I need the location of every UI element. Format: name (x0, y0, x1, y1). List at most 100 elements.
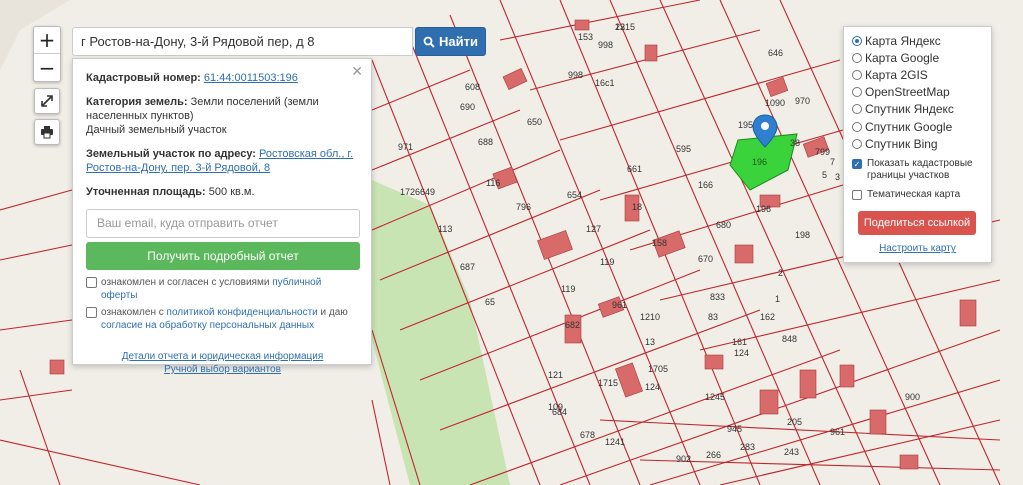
area-row: Уточненная площадь: 500 кв.м. (86, 185, 359, 199)
parcel-number-label: 833 (710, 292, 725, 302)
privacy-consent-checkbox[interactable] (86, 307, 97, 318)
address-label: Земельный участок по адресу: (86, 148, 256, 160)
search-button[interactable]: Найти (415, 27, 486, 56)
cadastral-number-row: Кадастровый номер: 61:44:0011503:196 (86, 71, 359, 85)
parcel-number-label: 1245 (705, 392, 725, 402)
radio-button[interactable] (852, 121, 862, 132)
thematic-map-checkbox[interactable] (852, 190, 862, 201)
map-source-option[interactable]: OpenStreetMap (852, 84, 983, 101)
radio-button[interactable] (852, 138, 862, 149)
radio-button[interactable] (852, 104, 862, 115)
zoom-out-button[interactable]: − (34, 54, 60, 81)
map-source-option[interactable]: Карта 2GIS (852, 66, 983, 83)
zoom-in-button[interactable]: + (34, 27, 60, 54)
map-source-label: Спутник Google (865, 119, 953, 134)
zoom-control: + − (33, 26, 61, 82)
offer-consent-checkbox[interactable] (86, 277, 97, 288)
share-link-button[interactable]: Поделиться ссылкой (858, 211, 976, 236)
parcel-number-label: 682 (565, 320, 580, 330)
map-source-option[interactable]: Спутник Bing (852, 135, 983, 152)
email-input[interactable]: Ваш email, куда отправить отчет (86, 209, 360, 238)
privacy-consent-text: ознакомлен с политикой конфиденциальност… (101, 306, 359, 332)
get-report-button[interactable]: Получить подробный отчет (86, 242, 360, 270)
parcel-number-label: 661 (627, 164, 642, 174)
radio-button[interactable] (852, 35, 862, 46)
cadastral-borders-checkbox[interactable]: ✓ (852, 159, 862, 170)
configure-map-link[interactable]: Настроить карту (852, 243, 983, 254)
parcel-number-label: 161 (732, 337, 747, 347)
offer-consent-label: ознакомлен и согласен с условиями (101, 277, 273, 288)
parcel-number-label: 196 (756, 204, 771, 214)
selected-parcel-label: 196 (752, 157, 767, 167)
parcel-number-label: 902 (676, 454, 691, 464)
map-source-option[interactable]: Карта Яндекс (852, 32, 983, 49)
parcel-number-label: 595 (676, 144, 691, 154)
parcel-number-label: 7 (830, 157, 835, 167)
personal-data-consent-link[interactable]: согласие на обработку персональных данны… (101, 320, 314, 331)
map-source-option[interactable]: Карта Google (852, 49, 983, 66)
parcel-number-label: 121 (548, 370, 563, 380)
map-layer-panel: Карта Яндекс Карта Google Карта 2GIS OpenSt… (843, 26, 992, 263)
map-source-option[interactable]: Спутник Яндекс (852, 101, 983, 118)
map-source-option[interactable]: Спутник Google (852, 118, 983, 135)
parcel-number-label: 961 (830, 427, 845, 437)
radio-button[interactable] (852, 87, 862, 98)
parcel-number-label: 83 (708, 312, 718, 322)
radio-button[interactable] (852, 69, 862, 80)
parcel-number-label: 1210 (640, 312, 660, 322)
parcel-number-label: 1726 (400, 187, 420, 197)
map-source-label: Карта 2GIS (865, 67, 928, 82)
radio-button[interactable] (852, 52, 862, 63)
parcel-number-label: 13 (645, 337, 655, 347)
fullscreen-button[interactable] (34, 88, 60, 114)
parcel-number-label: 678 (580, 430, 595, 440)
cadastral-borders-toggle-row: ✓ Показать кадастровые границы участков (852, 158, 983, 182)
parcel-number-label: 1241 (605, 437, 625, 447)
privacy-consent-row: ознакомлен с политикой конфиденциальност… (86, 306, 359, 332)
area-value: 500 кв.м. (208, 186, 255, 198)
offer-consent-text: ознакомлен и согласен с условиями публич… (101, 276, 359, 302)
area-label: Уточненная площадь: (86, 186, 206, 198)
print-button[interactable] (34, 119, 60, 145)
parcel-number-label: 113 (438, 224, 452, 234)
parcel-info-panel: ✕ Кадастровый номер: 61:44:0011503:196 К… (72, 58, 372, 375)
report-details-link[interactable]: Детали отчета и юридическая информация (86, 350, 359, 363)
address-row: Земельный участок по адресу: Ростовская … (86, 147, 359, 175)
parcel-number-label: 38 (790, 138, 800, 148)
parcel-number-label: 654 (567, 190, 582, 200)
parcel-number-label: 2 (778, 268, 783, 278)
parcel-number-label: 971 (398, 142, 413, 152)
map-source-label: Спутник Яндекс (865, 102, 954, 117)
parcel-number-label: 65 (485, 297, 495, 307)
search-icon (423, 36, 435, 48)
map-source-label: Карта Яндекс (865, 33, 941, 48)
map-source-label: Спутник Bing (865, 136, 938, 151)
parcel-number-label: 684 (552, 407, 567, 417)
parcel-number-label: 198 (795, 230, 810, 240)
map-source-label: OpenStreetMap (865, 85, 950, 100)
parcel-number-label: 162 (760, 312, 775, 322)
parcel-number-label: 16с1 (595, 78, 615, 88)
parcel-number-label: 646 (768, 48, 783, 58)
privacy-consent-label: ознакомлен с (101, 307, 167, 318)
parcel-number-label: 127 (586, 224, 601, 234)
cadastral-number-link[interactable]: 61:44:0011503:196 (204, 72, 298, 84)
map-source-label: Карта Google (865, 50, 940, 65)
expand-icon (41, 95, 53, 107)
parcel-number-label: 608 (465, 82, 480, 92)
parcel-number-label: 945 (727, 424, 742, 434)
parcel-number-label: 670 (698, 254, 713, 264)
privacy-policy-link[interactable]: политикой конфиденциальности (167, 307, 318, 318)
address-search-input[interactable]: г Ростов-на-Дону, 3-й Рядовой пер, д 8 (72, 27, 413, 56)
land-category-sub: Дачный земельный участок (86, 124, 227, 136)
parcel-number-label: 119 (600, 257, 614, 267)
parcel-number-label: 998 (598, 40, 613, 50)
parcel-number-label: 900 (905, 392, 920, 402)
offer-consent-row: ознакомлен и согласен с условиями публич… (86, 276, 359, 302)
land-category-label: Категория земель: (86, 96, 188, 108)
parcel-number-label: 166 (698, 180, 713, 190)
parcel-number-label: 970 (795, 96, 810, 106)
close-icon[interactable]: ✕ (351, 64, 363, 80)
parcel-number-label: 690 (460, 102, 475, 112)
manual-selection-link[interactable]: Ручной выбор вариантов (86, 363, 359, 376)
